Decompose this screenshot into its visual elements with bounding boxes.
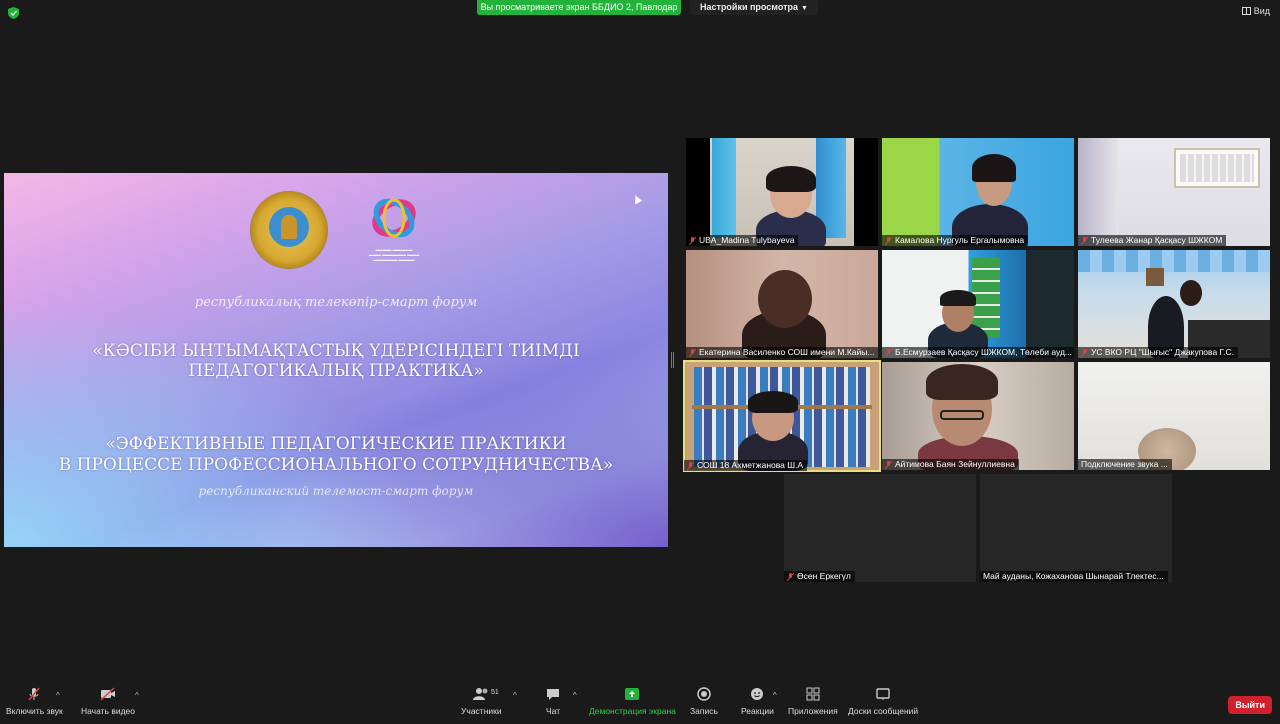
screen-share-banner: Вы просматриваете экран ББДИО 2, Павлода…	[477, 0, 681, 15]
view-settings-menu[interactable]: Настройки просмотра ▼	[690, 0, 818, 15]
apps-icon	[806, 687, 820, 701]
participant-name-label: Өсен Еркегүл	[784, 571, 855, 582]
video-tile[interactable]: Өсен Еркегүл	[784, 474, 976, 582]
mic-off-icon	[689, 348, 696, 357]
video-options-chevron-icon[interactable]: ^	[135, 691, 139, 700]
participant-name-label: СОШ 18 Ахметжанова Ш.А	[684, 460, 808, 471]
video-off-icon	[100, 687, 115, 701]
view-layout-button[interactable]: Вид	[1241, 6, 1270, 16]
video-tile[interactable]: Май ауданы, Кожаханова Шынарай Тлектес..…	[980, 474, 1172, 582]
mic-off-icon	[885, 460, 892, 469]
apps-button[interactable]: Приложения	[788, 687, 838, 716]
reactions-smiley-icon	[751, 688, 764, 700]
participant-name: Екатерина Василенко СОШ имени М.Кайы...	[699, 347, 875, 357]
whiteboards-label: Доски сообщений	[848, 706, 919, 716]
video-tile[interactable]: Б.Есмурзаев Қасқасу ШЖКОМ, Төлеби ауд...	[882, 250, 1074, 358]
participant-name-label: Камалова Нургуль Ергалымовна	[882, 235, 1029, 246]
participant-name: Камалова Нургуль Ергалымовна	[895, 235, 1025, 245]
start-video-button[interactable]: Начать видео	[81, 687, 135, 716]
kz-title-line: «КӘСІБИ ЫНТЫМАҚТАСТЫҚ ҮДЕРІСІНДЕГІ ТИІМД…	[92, 341, 580, 361]
kz-forum-subtitle: республикалық телекөпір-смарт форум	[194, 295, 478, 310]
kz-forum-title: «КӘСІБИ ЫНТЫМАҚТАСТЫҚ ҮДЕРІСІНДЕГІ ТИІМД…	[4, 341, 668, 381]
share-screen-label: Демонстрация экрана	[589, 706, 676, 716]
participant-name-label: Май ауданы, Кожаханова Шынарай Тлектес..…	[980, 571, 1168, 582]
reactions-label: Реакции	[741, 706, 774, 716]
chat-options-chevron-icon[interactable]: ^	[573, 691, 577, 700]
start-video-label: Начать видео	[81, 706, 136, 716]
record-label: Запись	[690, 706, 718, 716]
pavlodar-region-emblem	[250, 191, 328, 269]
participant-name-label: Подключение звука ...	[1078, 459, 1172, 470]
forum-logo-caption: ▬▬▬▬ ▬▬▬▬▬ ▬▬▬ ▬▬▬▬▬▬ ▬▬▬ ▬▬▬▬▬▬ ▬▬▬▬	[368, 247, 420, 262]
video-tile[interactable]: Екатерина Василенко СОШ имени М.Кайы...	[686, 250, 878, 358]
whiteboard-icon	[876, 688, 890, 700]
mic-off-icon	[687, 461, 694, 470]
reactions-options-chevron-icon[interactable]: ^	[773, 691, 777, 700]
participant-name-label: UBA_Madina Tulybayeva	[686, 235, 799, 246]
participants-count-badge: 51	[491, 689, 499, 696]
participant-name-label: Айтимова Баян Зейнуллиевна	[882, 459, 1019, 470]
participants-icon	[473, 688, 488, 700]
reactions-button[interactable]: Реакции	[741, 687, 774, 716]
video-tile[interactable]: Айтимова Баян Зейнуллиевна	[882, 362, 1074, 470]
participant-name: Май ауданы, Кожаханова Шынарай Тлектес..…	[983, 571, 1164, 581]
shared-screen[interactable]: ▬▬▬▬ ▬▬▬▬▬ ▬▬▬ ▬▬▬▬▬▬ ▬▬▬ ▬▬▬▬▬▬ ▬▬▬▬ респ…	[4, 173, 668, 547]
participant-name: UBA_Madina Tulybayeva	[699, 235, 795, 245]
remote-cursor-icon	[631, 193, 643, 205]
participant-name-label: УС ВКО РЦ "Шығыс" Джакупова Г.С.	[1078, 347, 1238, 358]
grid-view-icon	[1241, 7, 1251, 15]
whiteboards-button[interactable]: Доски сообщений	[848, 687, 918, 716]
participant-name: Подключение звука ...	[1081, 459, 1168, 469]
chevron-down-icon: ▼	[801, 5, 808, 12]
ru-forum-subtitle: республиканский телемост-смарт форум	[198, 484, 474, 498]
participants-label: Участники	[461, 706, 502, 716]
video-tile[interactable]: Подключение звука ...	[1078, 362, 1270, 470]
participant-name: Б.Есмурзаев Қасқасу ШЖКОМ, Төлеби ауд...	[895, 347, 1072, 357]
video-tile[interactable]: Камалова Нургуль Ергалымовна	[882, 138, 1074, 246]
participant-name: СОШ 18 Ахметжанова Ш.А	[697, 460, 804, 470]
ru-forum-title: «ЭФФЕКТИВНЫЕ ПЕДАГОГИЧЕСКИЕ ПРАКТИКИ В П…	[4, 434, 668, 476]
leave-meeting-button[interactable]: Выйти	[1228, 696, 1272, 714]
chat-button[interactable]: Чат	[546, 687, 560, 716]
video-tile[interactable]: Тулеева Жанар Қасқасу ШЖКОМ	[1078, 138, 1270, 246]
apps-label: Приложения	[788, 706, 838, 716]
participant-name-label: Екатерина Василенко СОШ имени М.Кайы...	[686, 347, 878, 358]
share-screen-icon	[625, 688, 640, 700]
mic-off-icon	[787, 572, 794, 581]
video-tile[interactable]: UBA_Madina Tulybayeva	[686, 138, 878, 246]
mic-off-icon	[689, 236, 696, 245]
participant-name-label: Б.Есмурзаев Қасқасу ШЖКОМ, Төлеби ауд...	[882, 347, 1074, 358]
video-tile[interactable]: УС ВКО РЦ "Шығыс" Джакупова Г.С.	[1078, 250, 1270, 358]
participant-name: Айтимова Баян Зейнуллиевна	[895, 459, 1015, 469]
view-settings-label: Настройки просмотра	[700, 2, 799, 12]
audio-options-chevron-icon[interactable]: ^	[56, 691, 60, 700]
mic-off-icon	[885, 236, 892, 245]
participant-name-label: Тулеева Жанар Қасқасу ШЖКОМ	[1078, 235, 1227, 246]
forum-logo-icon	[372, 198, 416, 238]
chat-icon	[547, 689, 560, 700]
unmute-label: Включить звук	[6, 706, 63, 716]
security-shield-icon[interactable]	[8, 7, 19, 19]
participants-options-chevron-icon[interactable]: ^	[513, 691, 517, 700]
mic-off-icon	[885, 348, 892, 357]
ru-title-line: «ЭФФЕКТИВНЫЕ ПЕДАГОГИЧЕСКИЕ ПРАКТИКИ	[105, 434, 567, 454]
participant-name: УС ВКО РЦ "Шығыс" Джакупова Г.С.	[1091, 347, 1234, 357]
participant-name: Өсен Еркегүл	[797, 571, 851, 581]
mic-off-icon	[1081, 348, 1088, 357]
chat-label: Чат	[546, 706, 561, 716]
record-icon	[697, 687, 711, 701]
panel-resize-handle[interactable]	[671, 352, 674, 368]
unmute-button[interactable]: Включить звук	[6, 687, 63, 716]
ru-title-line: В ПРОЦЕССЕ ПРОФЕССИОНАЛЬНОГО СОТРУДНИЧЕС…	[58, 455, 614, 475]
meeting-toolbar: Включить звук ^ Начать видео ^ Участники…	[0, 684, 1280, 724]
mic-off-icon	[1081, 236, 1088, 245]
kz-title-line: ПЕДАГОГИКАЛЫҚ ПРАКТИКА»	[188, 361, 484, 381]
view-layout-label: Вид	[1253, 6, 1270, 16]
participant-name: Тулеева Жанар Қасқасу ШЖКОМ	[1091, 235, 1223, 245]
video-tile-active-speaker[interactable]: СОШ 18 Ахметжанова Ш.А	[683, 360, 881, 472]
mic-off-icon	[28, 687, 40, 701]
record-button[interactable]: Запись	[690, 687, 718, 716]
share-screen-button[interactable]: Демонстрация экрана	[589, 687, 676, 716]
